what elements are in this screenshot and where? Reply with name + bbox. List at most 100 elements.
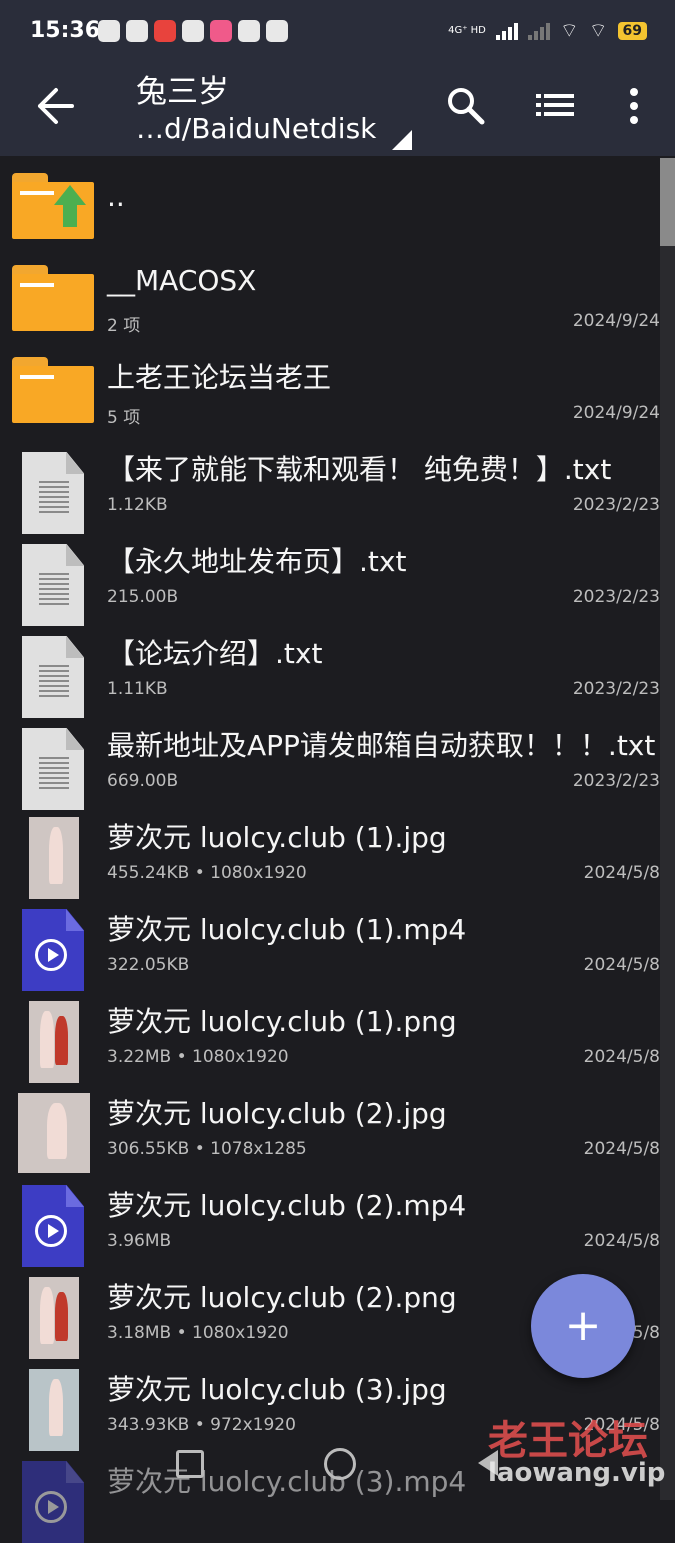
- list-item[interactable]: 萝次元 luolcy.club (1).png 3.22MB • 1080x19…: [0, 986, 660, 1083]
- scrollbar-track[interactable]: [660, 158, 675, 1500]
- app-toolbar: 兔三岁 …d/BaiduNetdisk: [0, 62, 675, 156]
- back-button[interactable]: [36, 82, 76, 130]
- text-file-icon: [12, 449, 94, 534]
- text-file-icon: [12, 633, 94, 718]
- file-info: 3.18MB • 1080x1920: [107, 1323, 289, 1343]
- more-vertical-icon: [630, 88, 638, 124]
- file-name: 萝次元 luolcy.club (1).mp4: [107, 913, 467, 946]
- folder-title: 兔三岁: [136, 74, 229, 110]
- file-info: 5 项: [107, 408, 141, 428]
- file-name: 【论坛介绍】.txt: [107, 637, 323, 670]
- notification-icon: [210, 20, 232, 42]
- file-info: 2 项: [107, 316, 141, 336]
- list-item[interactable]: 萝次元 luolcy.club (1).jpg 455.24KB • 1080x…: [0, 802, 660, 899]
- file-info: 455.24KB • 1080x1920: [107, 863, 307, 883]
- arrow-left-icon: [38, 88, 74, 124]
- text-file-icon: [12, 725, 94, 810]
- file-name: __MACOSX: [107, 264, 257, 297]
- file-info: 322.05KB: [107, 955, 190, 975]
- file-name: 萝次元 luolcy.club (1).png: [107, 1005, 457, 1038]
- file-name: 【永久地址发布页】.txt: [107, 545, 407, 578]
- status-time: 15:36: [30, 18, 101, 43]
- list-item[interactable]: 萝次元 luolcy.club (2).mp4 3.96MB 2024/5/8: [0, 1170, 660, 1267]
- list-item[interactable]: 萝次元 luolcy.club (1).mp4 322.05KB 2024/5/…: [0, 894, 660, 991]
- home-button[interactable]: [324, 1448, 356, 1480]
- watermark-url: laowang.vip: [488, 1458, 666, 1488]
- signal-icon: [495, 22, 518, 40]
- path-selector[interactable]: …d/BaiduNetdisk: [136, 112, 376, 145]
- file-date: 2023/2/23: [572, 495, 660, 515]
- file-date: 2023/2/23: [572, 679, 660, 699]
- list-item[interactable]: 最新地址及APP请发邮箱自动获取！！！.txt 669.00B 2023/2/2…: [0, 710, 660, 810]
- file-date: 2024/5/8: [583, 863, 660, 883]
- file-info: 3.96MB: [107, 1231, 172, 1251]
- folder-icon: [12, 357, 94, 431]
- file-name: ..: [107, 180, 125, 213]
- file-date: 2024/5/8: [583, 1231, 660, 1251]
- notification-icon: [126, 20, 148, 42]
- battery-icon: 69: [617, 21, 647, 40]
- video-file-icon: [12, 1185, 94, 1267]
- file-name: 萝次元 luolcy.club (1).jpg: [107, 821, 447, 854]
- network-type: 4G⁺ HD: [448, 24, 486, 36]
- notification-icons: [98, 20, 288, 42]
- file-name: 萝次元 luolcy.club (2).mp4: [107, 1189, 467, 1222]
- status-right: 4G⁺ HD ⌔ ⌔ 69: [448, 18, 647, 43]
- list-item[interactable]: 【论坛介绍】.txt 1.11KB 2023/2/23: [0, 618, 660, 718]
- file-name: 【来了就能下载和观看！ 纯免费！】.txt: [107, 453, 612, 486]
- file-info: 215.00B: [107, 587, 179, 607]
- file-date: 2024/9/24: [572, 403, 660, 423]
- list-item[interactable]: 上老王论坛当老王 5 项 2024/9/24: [0, 342, 660, 434]
- recents-button[interactable]: [176, 1450, 204, 1478]
- image-thumbnail: [12, 1093, 94, 1173]
- file-info: 1.12KB: [107, 495, 168, 515]
- list-item[interactable]: 萝次元 luolcy.club (2).jpg 306.55KB • 1078x…: [0, 1078, 660, 1173]
- scrollbar-thumb[interactable]: [660, 158, 675, 246]
- notification-icon: [98, 20, 120, 42]
- image-thumbnail: [12, 1001, 94, 1083]
- text-file-icon: [12, 541, 94, 626]
- folder-icon: [12, 265, 94, 339]
- list-item[interactable]: 【永久地址发布页】.txt 215.00B 2023/2/23: [0, 526, 660, 626]
- file-date: 2024/5/8: [583, 1047, 660, 1067]
- video-file-icon: [12, 909, 94, 991]
- file-date: 2023/2/23: [572, 587, 660, 607]
- search-button[interactable]: [444, 84, 488, 128]
- folder-up-icon: [12, 173, 94, 247]
- signal-2-icon: [527, 22, 550, 40]
- file-info: 306.55KB • 1078x1285: [107, 1139, 307, 1159]
- notification-icon: [238, 20, 260, 42]
- notification-icon: [182, 20, 204, 42]
- file-date: 2024/5/8: [583, 1139, 660, 1159]
- file-name: 萝次元 luolcy.club (2).jpg: [107, 1097, 447, 1130]
- file-name: 萝次元 luolcy.club (3).jpg: [107, 1373, 447, 1406]
- file-name: 最新地址及APP请发邮箱自动获取！！！.txt: [107, 729, 656, 762]
- more-options-button[interactable]: [612, 84, 656, 128]
- list-item[interactable]: 【来了就能下载和观看！ 纯免费！】.txt 1.12KB 2023/2/23: [0, 434, 660, 534]
- file-info: 343.93KB • 972x1920: [107, 1415, 296, 1435]
- file-name: 萝次元 luolcy.club (2).png: [107, 1281, 457, 1314]
- view-mode-button[interactable]: [534, 84, 578, 128]
- file-date: 2024/9/24: [572, 311, 660, 331]
- add-button[interactable]: +: [531, 1274, 635, 1378]
- search-icon: [448, 88, 485, 125]
- status-bar: 15:36 4G⁺ HD ⌔ ⌔ 69: [0, 0, 675, 62]
- plus-icon: +: [564, 1300, 602, 1351]
- notification-icon: [154, 20, 176, 42]
- wifi-icon: ⌔: [559, 18, 579, 42]
- wifi-2-icon: ⌔: [588, 18, 608, 42]
- image-thumbnail: [12, 817, 94, 899]
- list-item[interactable]: __MACOSX 2 项 2024/9/24: [0, 250, 660, 342]
- image-thumbnail: [12, 1369, 94, 1451]
- notification-icon: [266, 20, 288, 42]
- dropdown-triangle-icon[interactable]: [392, 130, 412, 150]
- file-info: 3.22MB • 1080x1920: [107, 1047, 289, 1067]
- list-view-icon: [536, 94, 574, 116]
- file-info: 669.00B: [107, 771, 179, 791]
- file-date: 2023/2/23: [572, 771, 660, 791]
- file-name: 上老王论坛当老王: [107, 361, 332, 394]
- file-date: 2024/5/8: [583, 955, 660, 975]
- file-info: 1.11KB: [107, 679, 168, 699]
- list-item-parent-dir[interactable]: ..: [0, 158, 660, 250]
- image-thumbnail: [12, 1277, 94, 1359]
